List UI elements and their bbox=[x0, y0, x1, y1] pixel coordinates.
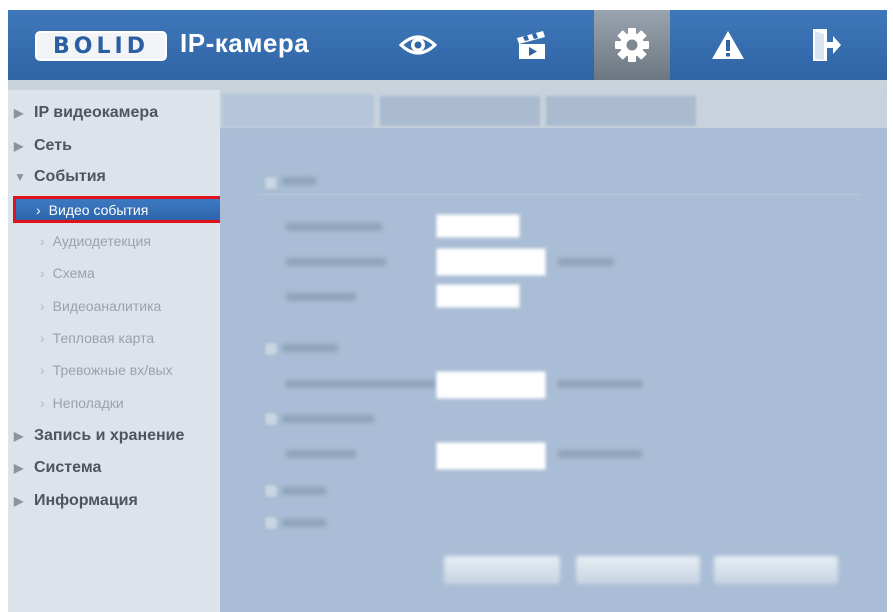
sidebar-item-label: Запись и хранение bbox=[34, 427, 185, 444]
sidebar-item-information[interactable]: ▶ Информация bbox=[8, 489, 138, 513]
blurred-field[interactable] bbox=[436, 442, 546, 470]
blurred-label bbox=[282, 487, 326, 495]
app-title: IP-камера bbox=[180, 28, 310, 58]
tab-blurred-1[interactable] bbox=[222, 94, 374, 128]
sidebar-menu: ▶ IP видеокамера ▶ Сеть ▼ События bbox=[8, 90, 220, 612]
clapperboard-icon bbox=[517, 31, 545, 59]
caret-right-icon: ▶ bbox=[14, 461, 24, 475]
sidebar-item-events[interactable]: ▼ События bbox=[8, 165, 106, 189]
blurred-button-1[interactable] bbox=[444, 556, 560, 584]
app-window: BOLID IP-камера ▶ IP видеокамера ▶ Сеть … bbox=[8, 10, 887, 612]
logout-icon bbox=[813, 29, 841, 61]
chevron-right-icon: › bbox=[40, 298, 45, 314]
blurred-label bbox=[282, 344, 338, 352]
sidebar-item-label: События bbox=[34, 168, 106, 185]
sidebar-item-label: Информация bbox=[34, 492, 138, 509]
sidebar-item-label: Тепловая карта bbox=[52, 330, 155, 346]
checkbox-blurred[interactable] bbox=[264, 516, 278, 530]
blurred-label bbox=[286, 380, 436, 388]
blurred-field[interactable] bbox=[436, 214, 520, 238]
sidebar-item-heat-map[interactable]: › Тепловая карта bbox=[40, 326, 154, 350]
brand-logo: BOLID bbox=[35, 31, 167, 61]
nav-playback-button[interactable] bbox=[500, 10, 562, 80]
sidebar-item-network[interactable]: ▶ Сеть bbox=[8, 134, 72, 158]
checkbox-blurred[interactable] bbox=[264, 484, 278, 498]
chevron-right-icon: › bbox=[40, 233, 45, 249]
checkbox-blurred[interactable] bbox=[264, 342, 278, 356]
blurred-button-2[interactable] bbox=[576, 556, 700, 584]
chevron-right-icon: › bbox=[40, 265, 45, 281]
blurred-label bbox=[286, 293, 356, 301]
sidebar-item-label: Неполадки bbox=[52, 395, 124, 411]
blurred-field[interactable] bbox=[436, 248, 546, 276]
warning-icon bbox=[712, 31, 744, 59]
nav-live-view-button[interactable] bbox=[387, 10, 449, 80]
eye-icon bbox=[398, 35, 438, 55]
blurred-label bbox=[286, 450, 356, 458]
blurred-button-3[interactable] bbox=[714, 556, 838, 584]
blurred-label bbox=[282, 415, 374, 423]
sidebar-item-faults[interactable]: › Неполадки bbox=[40, 391, 124, 415]
sidebar-item-scheme[interactable]: › Схема bbox=[40, 261, 95, 285]
chevron-right-icon: › bbox=[40, 395, 45, 411]
blurred-label bbox=[282, 519, 326, 527]
caret-right-icon: ▶ bbox=[14, 494, 24, 508]
sidebar-item-label: Аудиодетекция bbox=[52, 233, 151, 249]
sidebar-item-video-analytics[interactable]: › Видеоаналитика bbox=[40, 294, 161, 318]
sidebar-item-audio-detection[interactable]: › Аудиодетекция bbox=[40, 229, 151, 253]
tab-blurred-3[interactable] bbox=[546, 96, 696, 126]
sidebar-item-label: Тревожные вх/вых bbox=[52, 362, 173, 378]
blurred-field[interactable] bbox=[436, 371, 546, 399]
caret-right-icon: ▶ bbox=[14, 429, 24, 443]
sidebar-item-label: Система bbox=[34, 459, 102, 476]
chevron-right-icon: › bbox=[40, 362, 45, 378]
caret-right-icon: ▶ bbox=[14, 139, 24, 153]
sidebar-item-label: Видеоаналитика bbox=[52, 298, 162, 314]
checkbox-blurred[interactable] bbox=[264, 412, 278, 426]
tab-blurred-2[interactable] bbox=[380, 96, 540, 126]
sidebar-item-label: Схема bbox=[52, 265, 95, 281]
divider bbox=[260, 194, 860, 195]
blurred-field[interactable] bbox=[436, 284, 520, 308]
caret-right-icon: ▶ bbox=[14, 106, 24, 120]
sidebar-item-ip-camera[interactable]: ▶ IP видеокамера bbox=[8, 101, 158, 125]
blurred-label bbox=[558, 380, 642, 388]
nav-alarm-button[interactable] bbox=[697, 10, 759, 80]
nav-settings-button[interactable] bbox=[594, 10, 670, 80]
checkbox-blurred[interactable] bbox=[264, 176, 278, 190]
settings-panel bbox=[220, 90, 887, 612]
sidebar-item-alarm-io[interactable]: › Тревожные вх/вых bbox=[40, 358, 173, 382]
caret-down-icon: ▼ bbox=[14, 170, 26, 184]
sidebar-item-label: Сеть bbox=[34, 137, 72, 154]
blurred-label bbox=[558, 258, 614, 266]
highlight-frame bbox=[13, 196, 223, 223]
brand-logo-text: BOLID bbox=[53, 33, 149, 59]
tab-bar bbox=[220, 90, 887, 128]
top-header: BOLID IP-камера bbox=[8, 10, 887, 80]
sidebar-item-system[interactable]: ▶ Система bbox=[8, 456, 101, 480]
blurred-label bbox=[286, 223, 382, 231]
sidebar-item-label: IP видеокамера bbox=[34, 104, 159, 121]
sidebar-item-record-storage[interactable]: ▶ Запись и хранение bbox=[8, 424, 184, 448]
blurred-label bbox=[286, 258, 386, 266]
chevron-right-icon: › bbox=[40, 330, 45, 346]
blurred-label bbox=[282, 177, 316, 185]
gear-icon bbox=[615, 28, 649, 62]
blurred-label bbox=[558, 450, 642, 458]
nav-logout-button[interactable] bbox=[795, 10, 857, 80]
